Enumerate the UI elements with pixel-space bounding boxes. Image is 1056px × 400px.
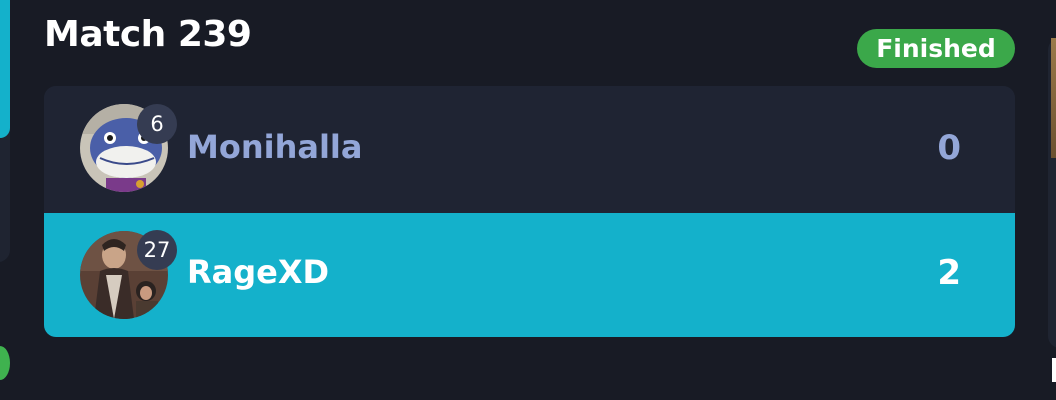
match-title: Match 239 (44, 14, 252, 55)
status-dot (0, 346, 10, 380)
match-card[interactable]: 6 Monihalla 0 27 RageXD 2 (44, 86, 1015, 337)
next-match-card[interactable] (1048, 38, 1056, 382)
player-score: 0 (937, 128, 961, 168)
player-row-winner[interactable]: 27 RageXD 2 (44, 213, 1015, 337)
match-status-badge: Finished (857, 29, 1015, 68)
previous-match-winner-row (0, 0, 10, 138)
next-match-avatar (1051, 38, 1056, 158)
player-score: 2 (937, 253, 961, 293)
next-match-label (1052, 358, 1056, 382)
player-name[interactable]: RageXD (187, 253, 329, 291)
bracket-view: Match 239 Finished 6 Monihalla 0 27 Rage… (0, 0, 1056, 400)
player-name[interactable]: Monihalla (187, 128, 362, 166)
player-seed-badge: 6 (137, 104, 177, 144)
player-row[interactable]: 6 Monihalla 0 (44, 86, 1015, 213)
previous-match-card[interactable] (0, 0, 10, 262)
player-seed-badge: 27 (137, 230, 177, 270)
